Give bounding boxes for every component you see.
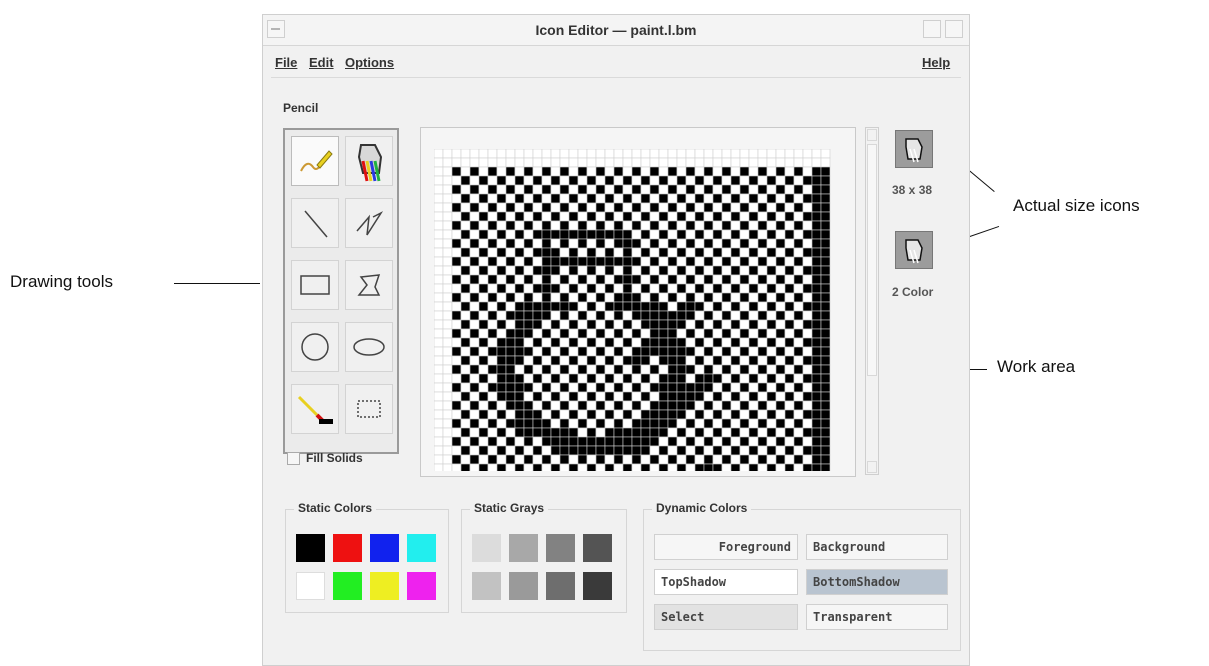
pencil-icon (300, 150, 333, 172)
tool-circle[interactable] (291, 322, 339, 372)
polyline-icon (356, 211, 384, 236)
window-menu-button[interactable] (267, 20, 285, 38)
static-color-swatch[interactable] (333, 572, 362, 600)
minimize-button[interactable] (923, 20, 941, 38)
static-color-swatch[interactable] (370, 572, 399, 600)
static-gray-swatch[interactable] (509, 572, 538, 600)
static-color-swatch[interactable] (296, 534, 325, 562)
tool-line[interactable] (291, 198, 339, 248)
dynamic-colors-group: Dynamic Colors Foreground Background Top… (643, 501, 961, 651)
circle-icon (301, 333, 329, 361)
color-depth-label: 2 Color (892, 285, 934, 299)
scroll-up-arrow[interactable] (867, 129, 877, 141)
drawing-tools-panel (283, 128, 399, 454)
background-button[interactable]: Background (806, 534, 948, 560)
static-gray-swatch[interactable] (583, 534, 612, 562)
tool-pencil[interactable] (291, 136, 339, 186)
menu-edit[interactable]: Edit (309, 55, 334, 70)
work-area[interactable] (420, 127, 856, 477)
menu-bar: File Edit Options Help (271, 53, 961, 78)
foreground-button[interactable]: Foreground (654, 534, 798, 560)
static-gray-swatch[interactable] (546, 572, 575, 600)
work-area-scrollbar[interactable] (865, 127, 879, 475)
title-bar[interactable]: Icon Editor — paint.l.bm (263, 15, 969, 46)
annotation-work-area: Work area (997, 357, 1076, 376)
ellipse-icon (353, 338, 385, 356)
tool-eraser[interactable] (291, 384, 339, 434)
maximize-button[interactable] (945, 20, 963, 38)
tool-ellipse[interactable] (345, 322, 393, 372)
static-grays-title: Static Grays (470, 501, 549, 515)
tool-polygon[interactable] (345, 260, 393, 310)
paint-bucket-icon (905, 239, 923, 264)
scroll-thumb[interactable] (867, 144, 877, 376)
static-color-swatch[interactable] (407, 534, 436, 562)
static-color-swatch[interactable] (296, 572, 325, 600)
static-gray-swatch[interactable] (583, 572, 612, 600)
tool-select[interactable] (345, 384, 393, 434)
static-colors-group: Static Colors (285, 501, 449, 613)
static-color-swatch[interactable] (370, 534, 399, 562)
select-box-icon (357, 400, 381, 418)
static-color-swatch[interactable] (333, 534, 362, 562)
bottomshadow-button[interactable]: BottomShadow (806, 569, 948, 595)
select-color-button[interactable]: Select (654, 604, 798, 630)
polygon-icon (357, 274, 381, 296)
static-grays-group: Static Grays (461, 501, 627, 613)
actual-size-icon-38[interactable] (895, 130, 933, 168)
annotation-actual-size-icons: Actual size icons (1013, 196, 1140, 215)
annotation-line-drawing-tools (174, 283, 260, 284)
current-tool-label: Pencil (283, 101, 319, 115)
static-gray-swatch[interactable] (546, 534, 575, 562)
fill-solids-option[interactable]: Fill Solids (287, 451, 363, 465)
fill-solids-label: Fill Solids (306, 451, 363, 465)
rectangle-icon (300, 275, 330, 295)
eraser-icon (297, 395, 333, 424)
icon-editor-window: Icon Editor — paint.l.bm File Edit Optio… (262, 14, 970, 666)
dynamic-colors-title: Dynamic Colors (652, 501, 752, 515)
static-gray-swatch[interactable] (472, 572, 501, 600)
size-label: 38 x 38 (892, 183, 933, 197)
static-colors-title: Static Colors (294, 501, 377, 515)
paint-bucket-icon (905, 138, 923, 163)
static-gray-swatch[interactable] (509, 534, 538, 562)
static-gray-swatch[interactable] (472, 534, 501, 562)
paint-bucket-icon (357, 144, 383, 182)
menu-file[interactable]: File (275, 55, 297, 70)
scroll-down-arrow[interactable] (867, 461, 877, 473)
tool-rectangle[interactable] (291, 260, 339, 310)
line-icon (304, 210, 328, 238)
pixel-grid[interactable] (434, 149, 832, 471)
menu-help[interactable]: Help (922, 55, 950, 70)
transparent-button[interactable]: Transparent (806, 604, 948, 630)
tool-polyline[interactable] (345, 198, 393, 248)
window-title: Icon Editor — paint.l.bm (535, 22, 697, 38)
actual-size-icon-2color[interactable] (895, 231, 933, 269)
static-color-swatch[interactable] (407, 572, 436, 600)
fill-solids-checkbox[interactable] (287, 451, 300, 465)
tool-flood-fill[interactable] (345, 136, 393, 186)
topshadow-button[interactable]: TopShadow (654, 569, 798, 595)
menu-options[interactable]: Options (345, 55, 394, 70)
annotation-drawing-tools: Drawing tools (10, 272, 113, 291)
